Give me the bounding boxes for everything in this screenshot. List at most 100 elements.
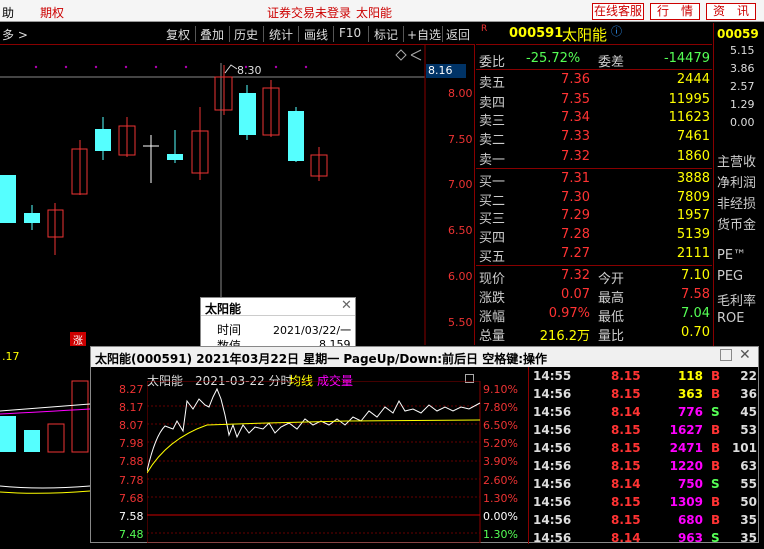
toolbar-add-favorite[interactable]: +自选 bbox=[407, 26, 441, 43]
ask-volume: 7461 bbox=[676, 129, 710, 144]
price-tick: 7.88 bbox=[119, 455, 144, 468]
stat-label: 现价 bbox=[479, 272, 506, 287]
stock-code: 000591 bbox=[509, 26, 564, 41]
window-stock-title: 太阳能 bbox=[356, 6, 393, 20]
toolbar-overlay[interactable]: 叠加 bbox=[200, 26, 224, 43]
bid-label: 买三 bbox=[479, 212, 506, 227]
tick-row: 14:56 8.14 963 S 35 bbox=[533, 531, 757, 545]
bid-volume: 1957 bbox=[676, 208, 710, 223]
divider bbox=[333, 26, 334, 42]
divider bbox=[195, 26, 196, 42]
stat-value: 0.07 bbox=[561, 287, 590, 302]
weicha-label: 委差 bbox=[598, 55, 625, 70]
pct-tick: 3.90% bbox=[483, 455, 518, 468]
ask-price: 7.35 bbox=[561, 92, 590, 107]
vol-bar bbox=[71, 380, 89, 453]
news-button[interactable]: 资 讯 bbox=[706, 3, 756, 20]
vol-bar bbox=[24, 430, 40, 452]
divider bbox=[229, 26, 230, 42]
login-status: 证券交易未登录 bbox=[267, 6, 352, 20]
maximize-icon[interactable] bbox=[720, 349, 732, 361]
pct-tick: 1.30% bbox=[483, 528, 518, 541]
side-label[interactable]: 主营收 bbox=[717, 151, 756, 170]
price-tick: 7.78 bbox=[119, 474, 144, 487]
ask-row[interactable]: 卖四 7.35 11995 bbox=[476, 92, 712, 111]
divider bbox=[298, 26, 299, 42]
ask-volume: 11623 bbox=[668, 110, 710, 125]
menu-options[interactable]: 期权 bbox=[40, 4, 64, 21]
market-button[interactable]: 行 情 bbox=[650, 3, 700, 20]
stat-value: 0.70 bbox=[681, 325, 710, 340]
ask-label: 卖二 bbox=[479, 133, 506, 148]
close-icon[interactable]: ✕ bbox=[341, 298, 352, 313]
toolbar-stats[interactable]: 统计 bbox=[269, 26, 293, 43]
ask-row[interactable]: 卖二 7.33 7461 bbox=[476, 129, 712, 148]
rise-tag: 涨 bbox=[70, 332, 86, 347]
y-tick: 5.50 bbox=[448, 316, 473, 329]
tick-row: 14:56 8.15 363 B 36 bbox=[533, 387, 757, 401]
quote-panel: R 000591 太阳能 ⓘ 委比 -25.72% 委差 -14479 卖五 7.… bbox=[476, 23, 712, 353]
ask-row[interactable]: 卖五 7.36 2444 bbox=[476, 72, 712, 91]
side-label[interactable]: PE™ bbox=[717, 248, 746, 263]
tick-row: 14:56 8.14 750 S 55 bbox=[533, 477, 757, 491]
ask-label: 卖一 bbox=[479, 153, 506, 168]
stat-label: 总量 bbox=[479, 329, 506, 344]
pct-tick: 9.10% bbox=[483, 383, 518, 396]
macd-line bbox=[0, 490, 90, 494]
side-label[interactable]: 货币金 bbox=[717, 214, 756, 233]
side-label[interactable]: PEG bbox=[717, 269, 743, 284]
more-menu[interactable]: 多 > bbox=[2, 26, 28, 43]
side-label[interactable]: 非经损 bbox=[717, 193, 756, 212]
bid-row[interactable]: 买四 7.28 5139 bbox=[476, 227, 712, 246]
intraday-chart-svg[interactable] bbox=[147, 381, 481, 543]
volume-panel: .17 bbox=[0, 346, 90, 543]
ask-price: 7.36 bbox=[561, 72, 590, 87]
dot-row bbox=[34, 65, 308, 69]
toolbar-mark[interactable]: 标记 bbox=[374, 26, 398, 43]
price-tick: 7.58 bbox=[119, 510, 144, 523]
online-service-button[interactable]: 在线客服 bbox=[592, 3, 644, 20]
stat-label: 量比 bbox=[598, 329, 625, 344]
tick-row: 14:56 8.14 776 S 45 bbox=[533, 405, 757, 419]
ask-volume: 11995 bbox=[668, 92, 710, 107]
tick-row: 14:56 8.15 1627 B 53 bbox=[533, 423, 757, 437]
weibi-value: -25.72% bbox=[526, 51, 581, 66]
y-tick: 8.00 bbox=[448, 87, 473, 100]
bid-label: 买一 bbox=[479, 175, 506, 190]
bid-price: 7.27 bbox=[561, 246, 590, 261]
bid-row[interactable]: 买一 7.31 3888 bbox=[476, 171, 712, 190]
tick-row: 14:56 8.15 2471 B 101 bbox=[533, 441, 757, 455]
menu-help-fragment[interactable]: 助 bbox=[2, 4, 14, 21]
bid-row[interactable]: 买二 7.30 7809 bbox=[476, 190, 712, 209]
bid-label: 买二 bbox=[479, 194, 506, 209]
pct-tick: 0.00% bbox=[483, 510, 518, 523]
vol-bar bbox=[0, 416, 16, 452]
stat-value: 7.04 bbox=[681, 306, 710, 321]
bid-label: 买四 bbox=[479, 231, 506, 246]
bid-row[interactable]: 买三 7.29 1957 bbox=[476, 208, 712, 227]
info-icon[interactable]: ⓘ bbox=[611, 23, 622, 39]
toolbar-back[interactable]: 返回 bbox=[446, 26, 470, 43]
toolbar-draw[interactable]: 画线 bbox=[304, 26, 328, 43]
intraday-title: 太阳能(000591) 2021年03月22日 星期一 PageUp/Down:… bbox=[95, 352, 548, 366]
ask-row[interactable]: 卖一 7.32 1860 bbox=[476, 149, 712, 168]
volume-svg bbox=[0, 380, 90, 494]
toolbar-history[interactable]: 历史 bbox=[234, 26, 258, 43]
intraday-right-axis: 9.10% 7.80% 6.50% 5.20% 3.90% 2.60% 1.30… bbox=[481, 381, 529, 543]
stat-row: 涨幅 0.97% 最低 7.04 bbox=[476, 306, 712, 325]
toolbar-fuquan[interactable]: 复权 bbox=[166, 26, 190, 43]
weibi-label: 委比 bbox=[479, 55, 506, 70]
pct-tick: 1.30% bbox=[483, 492, 518, 505]
candle bbox=[0, 175, 16, 223]
candle bbox=[95, 129, 111, 151]
toolbar-f10[interactable]: F10 bbox=[339, 26, 361, 40]
side-label[interactable]: ROE bbox=[717, 311, 744, 326]
diamond-icon bbox=[395, 49, 407, 61]
side-label[interactable]: 净利润 bbox=[717, 172, 756, 191]
side-label[interactable]: 毛利率 bbox=[717, 290, 756, 309]
close-icon[interactable]: ✕ bbox=[739, 347, 751, 363]
candle bbox=[24, 213, 40, 223]
ask-row[interactable]: 卖三 7.34 11623 bbox=[476, 110, 712, 129]
bid-row[interactable]: 买五 7.27 2111 bbox=[476, 246, 712, 265]
y-tick: 7.50 bbox=[448, 133, 473, 146]
